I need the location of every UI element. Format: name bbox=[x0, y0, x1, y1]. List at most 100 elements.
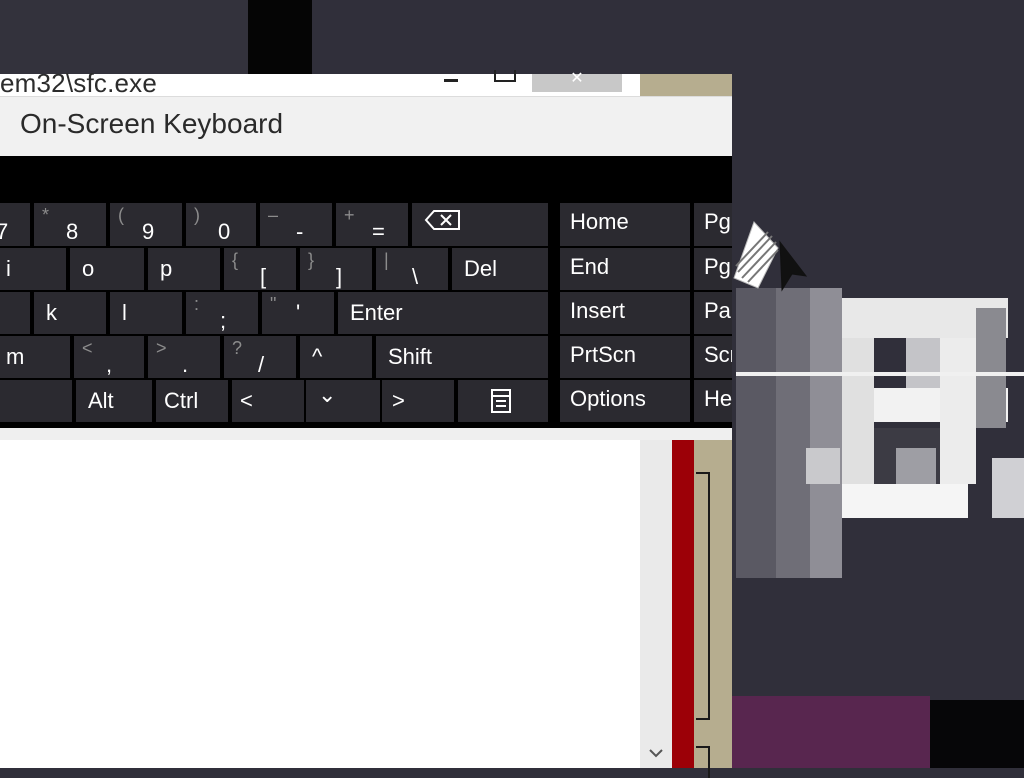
key-label: ^ bbox=[312, 344, 323, 369]
key-slash[interactable]: ? / bbox=[224, 336, 296, 378]
pixelated-app-icon bbox=[736, 288, 1024, 578]
key-del[interactable]: Del bbox=[452, 248, 548, 290]
key-pause[interactable]: Pa bbox=[694, 292, 732, 334]
key-label: Insert bbox=[570, 298, 626, 323]
key-minus[interactable]: – - bbox=[260, 203, 332, 246]
key-backspace[interactable] bbox=[412, 203, 548, 246]
key-label: Home bbox=[570, 209, 629, 234]
key-label: Del bbox=[464, 256, 498, 281]
chevron-down-icon bbox=[649, 749, 663, 758]
key-k[interactable]: k bbox=[34, 292, 106, 334]
close-button[interactable]: ✕ bbox=[532, 71, 622, 92]
key-scrlk[interactable]: Scr bbox=[694, 336, 732, 378]
desktop-purple-window-edge bbox=[732, 696, 930, 768]
key-open-bracket[interactable]: { [ bbox=[224, 248, 296, 290]
key-shift-label: | bbox=[384, 250, 389, 270]
maximize-button[interactable] bbox=[494, 70, 516, 82]
desktop-background-bar bbox=[248, 0, 312, 74]
key-shift-label: + bbox=[344, 205, 355, 225]
key-label: Pa bbox=[704, 298, 731, 323]
key-8[interactable]: * 8 bbox=[34, 203, 106, 246]
key-p[interactable]: p bbox=[148, 248, 220, 290]
key-left-arrow[interactable]: < bbox=[232, 380, 304, 422]
window-frame-line bbox=[696, 472, 710, 720]
key-label: Ctrl bbox=[164, 388, 199, 413]
key-up-arrow[interactable]: ^ bbox=[300, 336, 372, 378]
key-shift-label: ) bbox=[194, 205, 200, 225]
key-home[interactable]: Home bbox=[560, 203, 690, 246]
key-label: Alt bbox=[88, 388, 114, 413]
key-main-label: , bbox=[106, 352, 113, 377]
window-accent-red bbox=[672, 440, 694, 768]
key-shift-label: } bbox=[308, 250, 315, 270]
key-7[interactable]: 7 bbox=[0, 203, 30, 246]
key-period[interactable]: > . bbox=[148, 336, 220, 378]
key-shift-label: ? bbox=[232, 338, 243, 358]
console-titlebar-accent bbox=[640, 74, 732, 96]
key-label: Shift bbox=[388, 344, 433, 369]
key-main-label: 0 bbox=[218, 219, 231, 244]
console-window-title: em32\sfc.exe bbox=[0, 68, 158, 98]
key-9[interactable]: ( 9 bbox=[110, 203, 182, 246]
key-end[interactable]: End bbox=[560, 248, 690, 290]
key-o[interactable]: o bbox=[70, 248, 144, 290]
key-label: > bbox=[392, 388, 405, 413]
key-l[interactable]: l bbox=[110, 292, 182, 334]
scroll-down-button[interactable] bbox=[640, 736, 672, 768]
key-shift-label: * bbox=[42, 205, 50, 225]
key-fn[interactable] bbox=[0, 380, 72, 422]
key-main-label: . bbox=[182, 352, 189, 377]
key-main-label: 9 bbox=[142, 219, 155, 244]
key-options[interactable]: Options bbox=[560, 380, 690, 422]
key-label: o bbox=[82, 256, 95, 281]
key-semicolon[interactable]: : ; bbox=[186, 292, 258, 334]
osk-window-title: On-Screen Keyboard bbox=[20, 108, 284, 139]
key-shift-label: – bbox=[268, 205, 279, 225]
key-help[interactable]: He bbox=[694, 380, 732, 422]
key-main-label: ; bbox=[220, 308, 227, 333]
key-equals[interactable]: + = bbox=[336, 203, 408, 246]
key-insert[interactable]: Insert bbox=[560, 292, 690, 334]
key-down-arrow[interactable]: ⌄ bbox=[306, 380, 380, 422]
key-backslash[interactable]: | \ bbox=[376, 248, 448, 290]
key-prtscn[interactable]: PrtScn bbox=[560, 336, 690, 378]
key-alt[interactable]: Alt bbox=[76, 380, 152, 422]
key-shift-label: { bbox=[232, 250, 239, 270]
key-i[interactable]: i bbox=[0, 248, 66, 290]
desktop-dark-edge bbox=[930, 700, 1024, 768]
key-quote[interactable]: " ' bbox=[262, 292, 334, 334]
key-shift-label: : bbox=[194, 294, 200, 314]
key-label: < bbox=[240, 388, 253, 413]
key-main-label: / bbox=[258, 352, 265, 377]
minimize-button[interactable] bbox=[440, 72, 462, 86]
key-shift-label: > bbox=[156, 338, 167, 358]
key-right-arrow[interactable]: > bbox=[382, 380, 454, 422]
chevron-down-icon: ⌄ bbox=[318, 382, 337, 407]
key-pgup[interactable]: Pg bbox=[694, 203, 732, 246]
key-main-label: \ bbox=[412, 264, 419, 289]
key-pgdn[interactable]: Pg bbox=[694, 248, 732, 290]
key-label: p bbox=[160, 256, 173, 281]
key-shift[interactable]: Shift bbox=[376, 336, 548, 378]
key-label: Options bbox=[570, 386, 646, 411]
key-label: k bbox=[46, 300, 57, 325]
key-main-label: ' bbox=[296, 300, 301, 325]
console-scrollbar[interactable] bbox=[640, 440, 672, 768]
key-label: He bbox=[704, 386, 732, 411]
key-main-label: ] bbox=[336, 264, 343, 289]
key-enter[interactable]: Enter bbox=[338, 292, 548, 334]
key-ctrl[interactable]: Ctrl bbox=[156, 380, 228, 422]
key-main-label: [ bbox=[260, 264, 267, 289]
key-label: Enter bbox=[350, 300, 403, 325]
key-m[interactable]: m bbox=[0, 336, 70, 378]
mouse-cursor-icon bbox=[733, 221, 808, 292]
key-label: Pg bbox=[704, 254, 731, 279]
key-shift-label: < bbox=[82, 338, 93, 358]
key-comma[interactable]: < , bbox=[74, 336, 144, 378]
key-close-bracket[interactable]: } ] bbox=[300, 248, 372, 290]
key-label: End bbox=[570, 254, 610, 279]
key-shift-label: ( bbox=[118, 205, 124, 225]
key-j[interactable] bbox=[0, 292, 30, 334]
key-context-menu[interactable] bbox=[458, 380, 548, 422]
key-0[interactable]: ) 0 bbox=[186, 203, 256, 246]
